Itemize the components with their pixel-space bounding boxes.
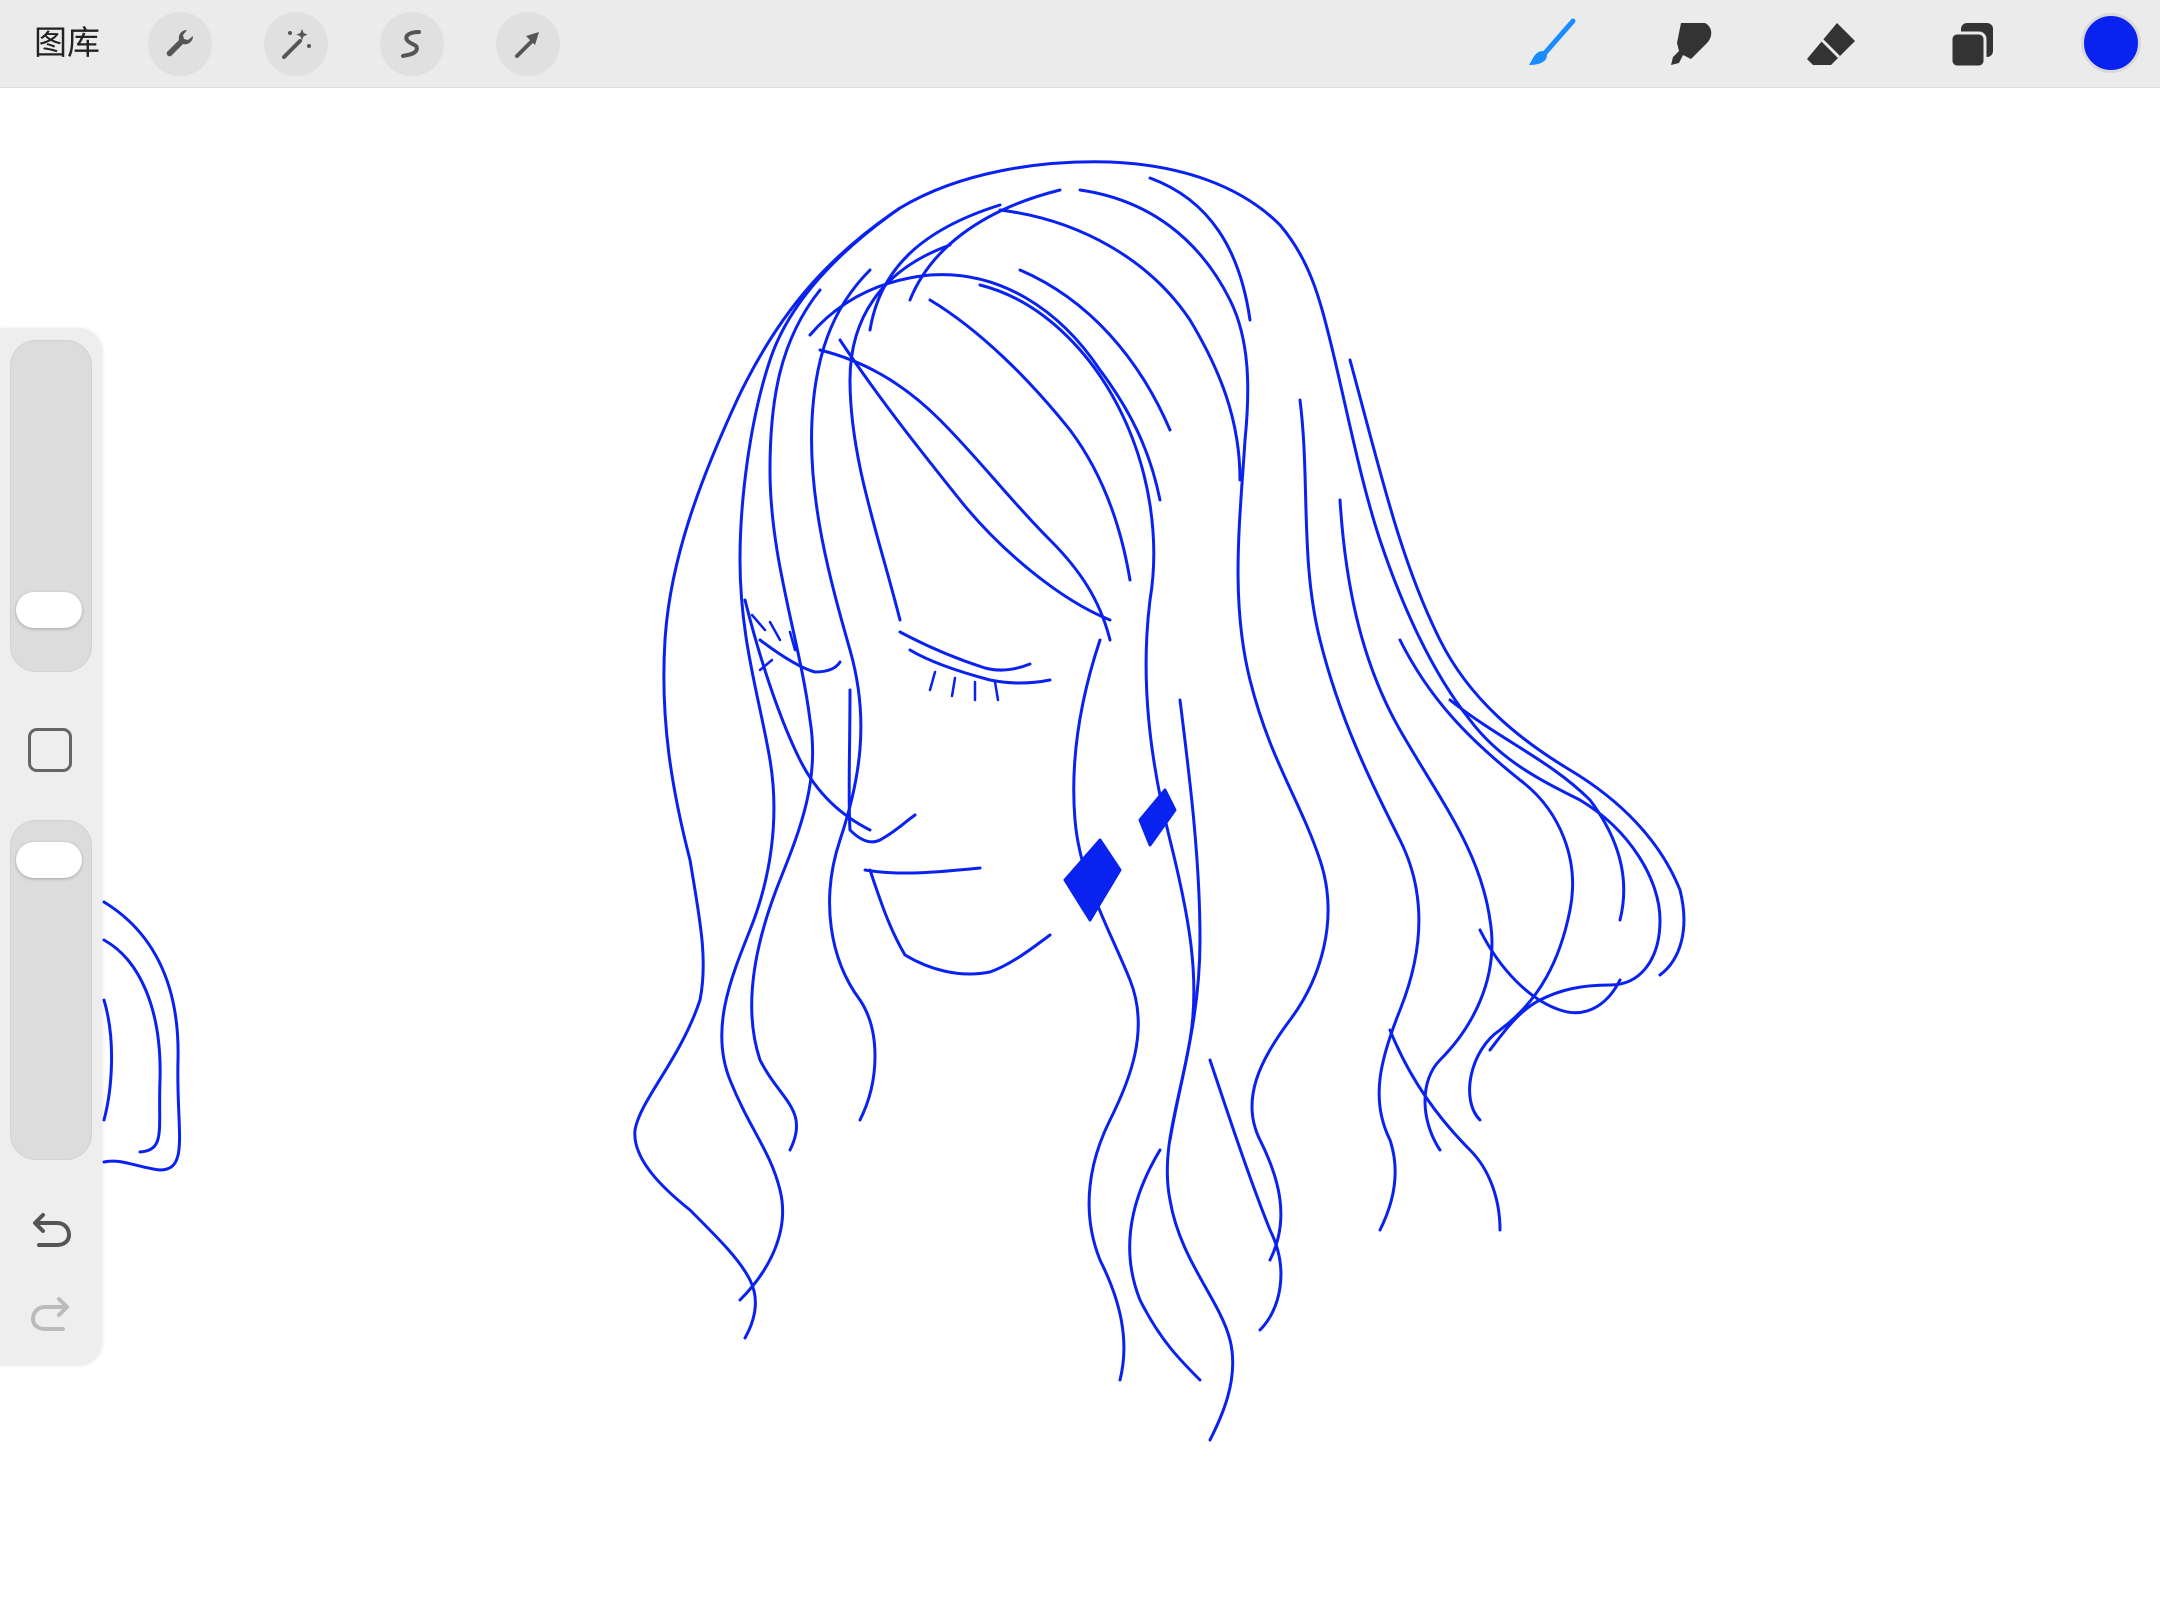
undo-button[interactable] xyxy=(26,1206,76,1252)
hair-portrait-artwork xyxy=(102,160,1686,1442)
selection-button[interactable] xyxy=(380,12,444,76)
layers-tool-button[interactable] xyxy=(1942,14,2004,76)
redo-icon xyxy=(30,1297,69,1331)
modify-button[interactable] xyxy=(28,728,72,772)
wrench-icon xyxy=(166,29,194,57)
actions-button[interactable] xyxy=(148,12,212,76)
smudge-icon xyxy=(1671,23,1712,65)
redo-button[interactable] xyxy=(26,1290,76,1336)
eraser-tool-button[interactable] xyxy=(1800,14,1862,76)
left-sidebar xyxy=(0,328,102,1366)
top-toolbar: 图库 xyxy=(0,0,2160,88)
opacity-slider[interactable] xyxy=(10,820,92,1160)
brush-tool-button[interactable] xyxy=(1520,14,1582,76)
gallery-button[interactable]: 图库 xyxy=(34,20,100,66)
transform-arrow-icon xyxy=(515,32,539,58)
opacity-slider-thumb[interactable] xyxy=(16,841,82,878)
eraser-icon xyxy=(1807,23,1855,65)
brush-size-slider[interactable] xyxy=(10,340,92,672)
layers-icon xyxy=(1949,23,1993,69)
transform-button[interactable] xyxy=(496,12,560,76)
brush-icon xyxy=(1529,18,1576,65)
color-picker-button[interactable] xyxy=(2081,13,2141,73)
drawing-canvas[interactable] xyxy=(0,88,2160,1620)
brush-size-slider-thumb[interactable] xyxy=(16,591,82,628)
undo-icon xyxy=(33,1213,72,1247)
magic-wand-icon xyxy=(282,29,311,59)
smudge-tool-button[interactable] xyxy=(1660,14,1722,76)
selection-icon xyxy=(401,30,421,58)
adjustments-button[interactable] xyxy=(264,12,328,76)
